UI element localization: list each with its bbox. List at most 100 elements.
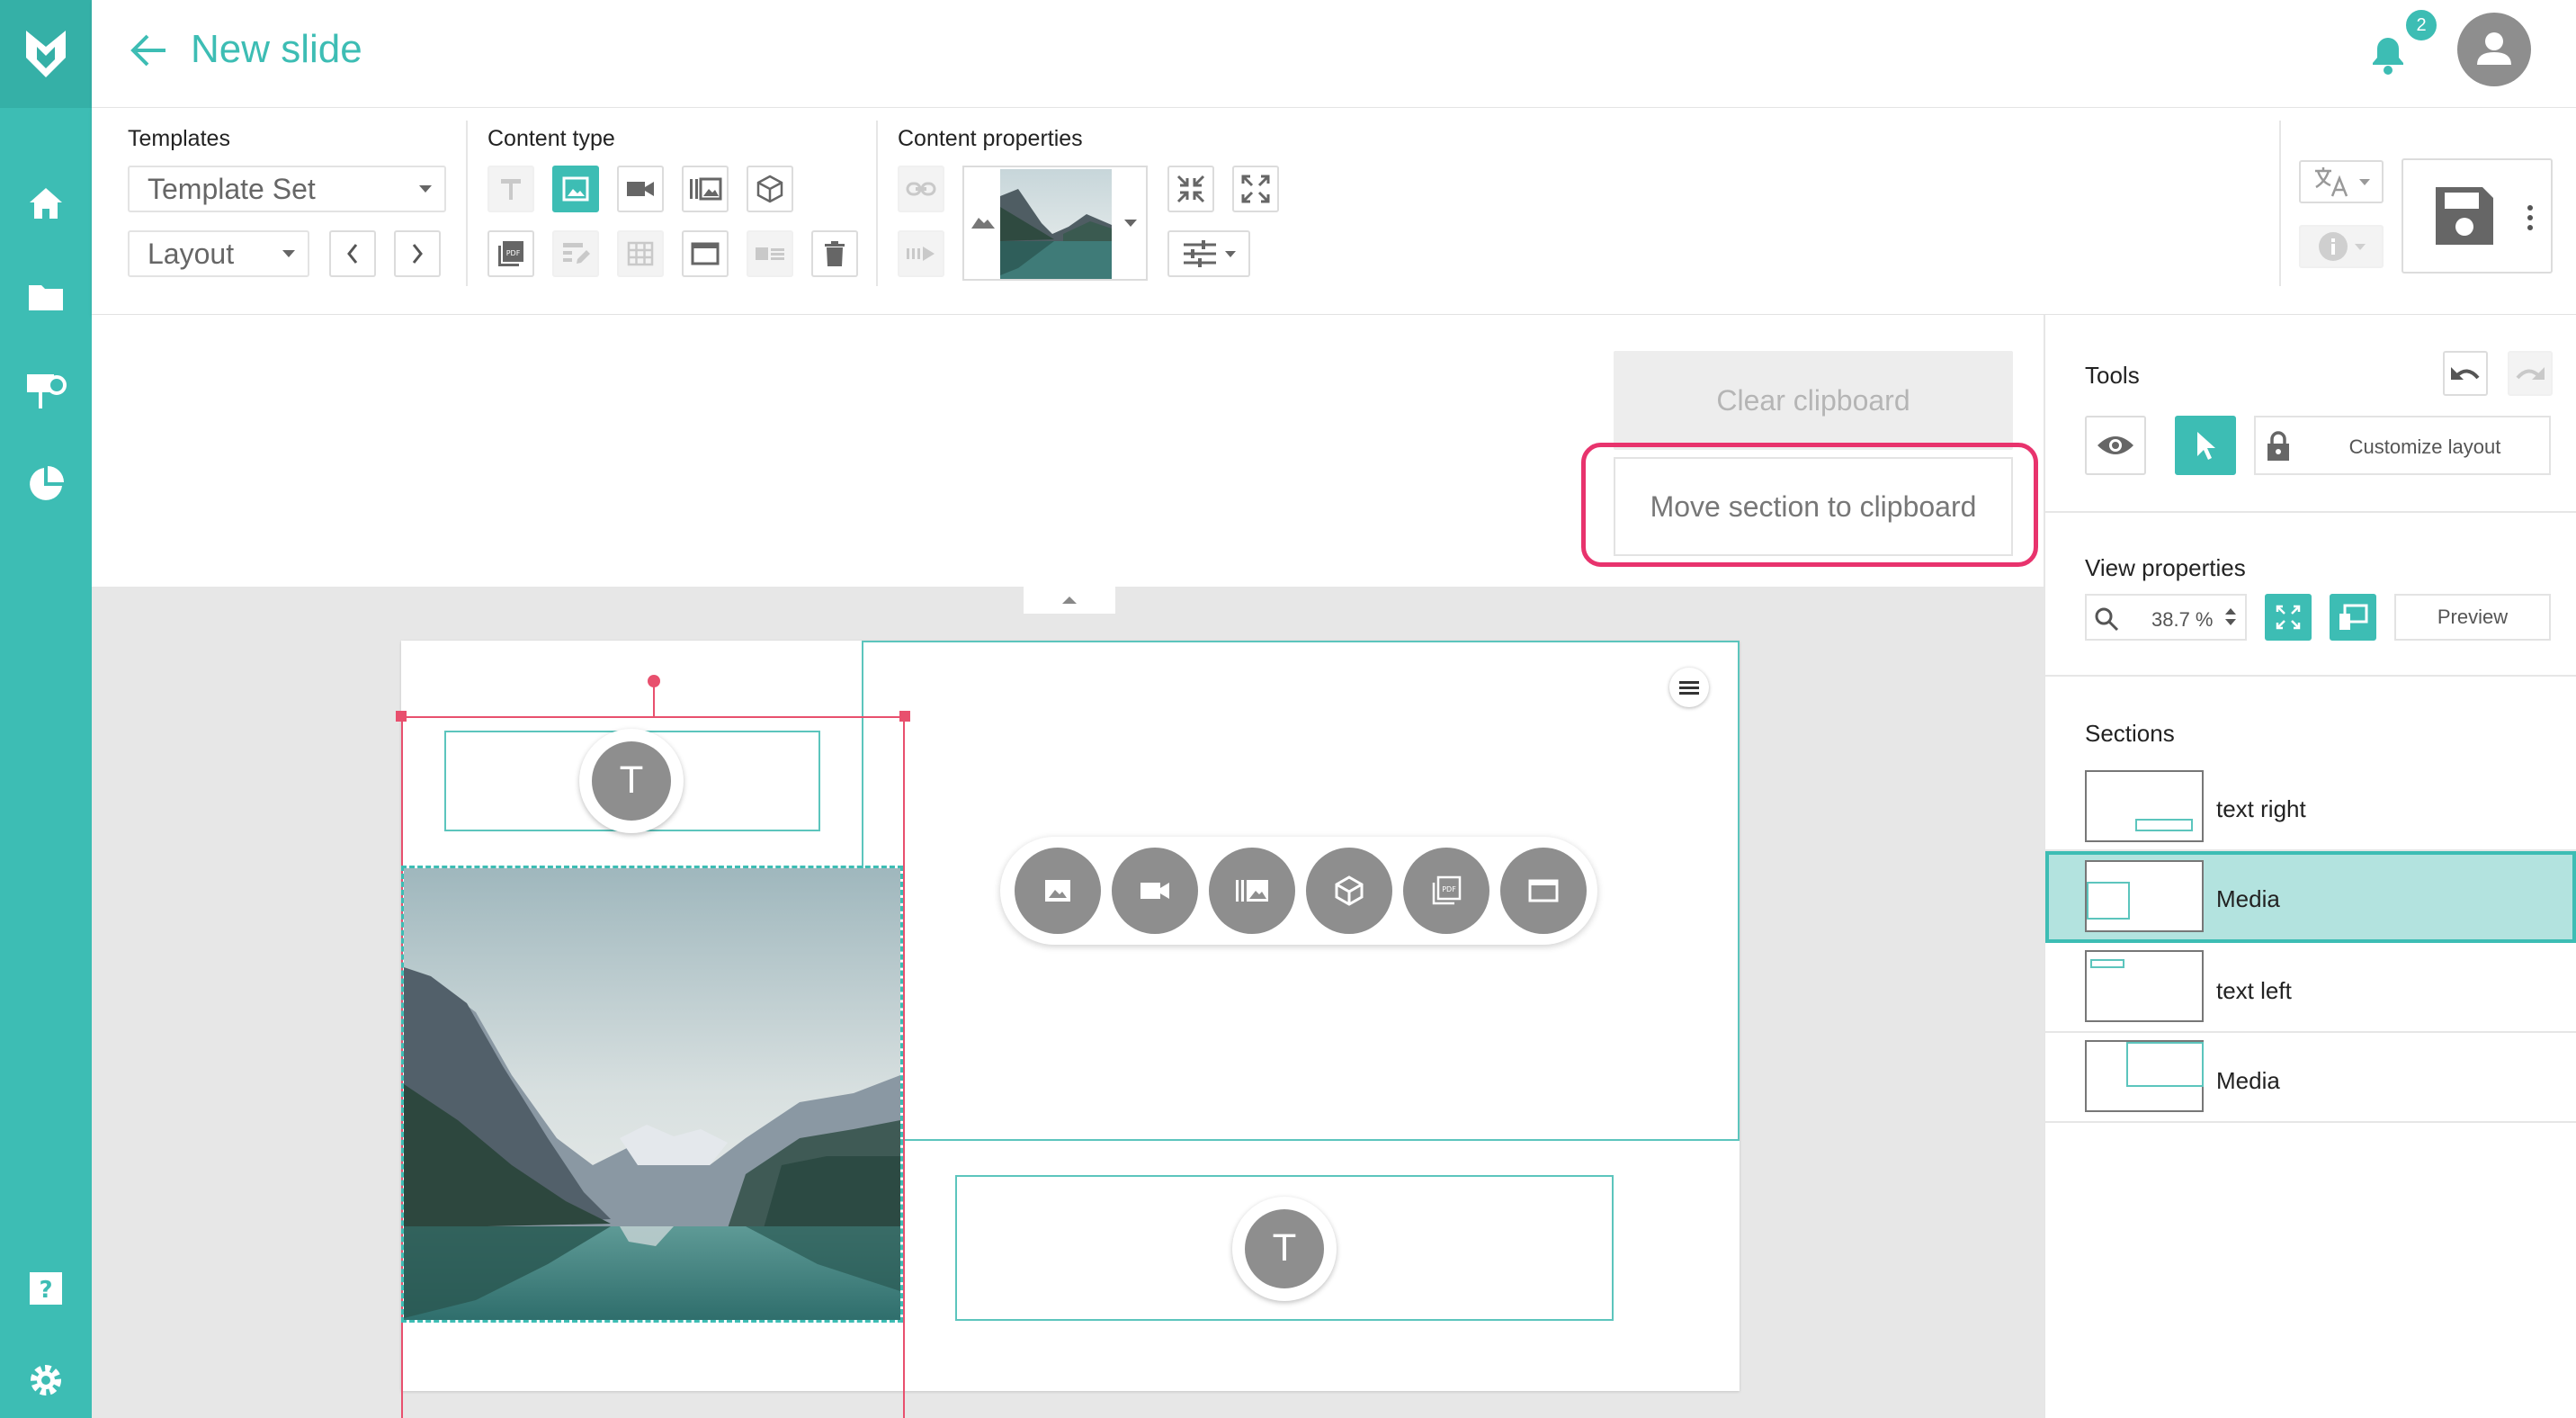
image-picker[interactable] [962, 166, 1148, 281]
template-set-select[interactable]: Template Set [128, 166, 446, 212]
back-button[interactable] [128, 31, 171, 75]
fit-inside-button[interactable] [1167, 166, 1214, 212]
link-button[interactable] [898, 166, 944, 212]
add-text-button[interactable]: T [579, 729, 684, 833]
next-layout-button[interactable] [394, 230, 441, 277]
redo-button[interactable] [2508, 351, 2553, 396]
thumbnail-block [2126, 1042, 2204, 1087]
3d-content-button[interactable] [747, 166, 793, 212]
adjustments-dropdown[interactable] [1167, 230, 1250, 277]
caret-down-icon [2359, 178, 2370, 185]
cursor-icon [2197, 432, 2215, 460]
table-content-button[interactable] [617, 230, 664, 277]
collapse-clipboard-toggle[interactable] [1024, 587, 1115, 614]
divider [876, 121, 878, 286]
select-mode-button[interactable] [2175, 416, 2236, 475]
nav-home[interactable] [0, 176, 92, 230]
avatar[interactable] [2457, 13, 2531, 86]
more-vertical-icon [2527, 205, 2533, 230]
animation-button[interactable] [898, 230, 944, 277]
table-icon [627, 241, 654, 266]
media-image[interactable] [401, 866, 903, 1323]
compress-icon [1176, 175, 1205, 203]
help-icon: ? [30, 1272, 62, 1305]
mountain-lake-image [404, 868, 900, 1320]
clear-clipboard-button[interactable]: Clear clipboard [1614, 351, 2013, 450]
resize-handle-top-left[interactable] [396, 711, 407, 722]
template-set-value: Template Set [148, 172, 316, 205]
pdf-content-button[interactable]: PDF [487, 230, 534, 277]
nav-help[interactable]: ? [0, 1261, 92, 1315]
caret-up-icon[interactable] [2225, 608, 2236, 615]
caret-down-icon [1225, 250, 1236, 257]
link-icon [906, 182, 936, 196]
video-content-button[interactable] [617, 166, 664, 212]
section-item-text-left[interactable]: text left [2045, 943, 2576, 1033]
section-thumbnail [2085, 950, 2204, 1022]
video-icon [627, 182, 654, 196]
card-icon [756, 247, 784, 260]
device-view-button[interactable] [2330, 594, 2376, 641]
cube-icon [756, 175, 783, 203]
previous-layout-button[interactable] [329, 230, 376, 277]
content-type-label: Content type [487, 126, 615, 151]
zoom-input[interactable]: 38.7 % [2085, 594, 2247, 641]
fill-button[interactable] [1232, 166, 1279, 212]
section-label: Media [2216, 885, 2280, 912]
folder-icon [29, 285, 63, 310]
section-item-media[interactable]: Media [2045, 1033, 2576, 1123]
info-dropdown[interactable] [2299, 225, 2384, 268]
app-logo[interactable] [0, 0, 92, 108]
nav-settings[interactable] [0, 1353, 92, 1407]
image-placeholder-icon [971, 218, 995, 229]
add-video-button[interactable] [1112, 848, 1198, 934]
zoom-value: 38.7 % [2151, 608, 2214, 631]
expand-icon [1241, 175, 1270, 203]
add-3d-button[interactable] [1306, 848, 1392, 934]
layout-value: Layout [148, 237, 235, 270]
delete-content-button[interactable] [811, 230, 858, 277]
preview-mode-button[interactable] [2085, 416, 2146, 475]
undo-button[interactable] [2443, 351, 2488, 396]
image-content-button[interactable] [552, 166, 599, 212]
text-content-button[interactable] [487, 166, 534, 212]
add-pdf-button[interactable]: PDF [1403, 848, 1489, 934]
add-web-button[interactable] [1500, 848, 1587, 934]
svg-text:PDF: PDF [1442, 885, 1456, 893]
section-item-text-right[interactable]: text right [2045, 761, 2576, 851]
more-options-button[interactable] [2526, 203, 2535, 232]
content-properties-label: Content properties [898, 126, 1083, 151]
divider [2045, 511, 2576, 513]
notifications-button[interactable]: 2 [2366, 7, 2439, 77]
customize-layout-button[interactable]: Customize layout [2254, 416, 2551, 475]
translate-dropdown[interactable] [2299, 160, 2384, 203]
preview-button[interactable]: Preview [2394, 594, 2551, 641]
expand-icon [2276, 605, 2301, 630]
caret-down-icon[interactable] [2225, 619, 2236, 625]
nav-analytics[interactable] [0, 457, 92, 511]
thumbnail-block [2135, 819, 2193, 831]
web-content-button[interactable] [682, 230, 729, 277]
fit-to-screen-button[interactable] [2265, 594, 2312, 641]
redo-icon [2516, 367, 2545, 380]
section-item-media-selected[interactable]: Media [2045, 851, 2576, 943]
templates-label: Templates [128, 126, 230, 151]
rotate-handle[interactable] [648, 675, 660, 687]
form-content-button[interactable] [552, 230, 599, 277]
nav-presentation[interactable] [0, 363, 92, 417]
gallery-icon [1236, 880, 1268, 902]
layout-select[interactable]: Layout [128, 230, 309, 277]
section-menu-button[interactable] [1669, 668, 1709, 707]
animation-icon [907, 247, 935, 261]
gallery-content-button[interactable] [682, 166, 729, 212]
add-gallery-button[interactable] [1209, 848, 1295, 934]
view-properties-label: View properties [2085, 554, 2246, 581]
add-image-button[interactable] [1015, 848, 1101, 934]
nav-folder[interactable] [0, 270, 92, 324]
add-text-button[interactable]: T [1232, 1197, 1337, 1301]
browser-window-icon [691, 242, 720, 265]
card-content-button[interactable] [747, 230, 793, 277]
resize-handle-top-right[interactable] [899, 711, 910, 722]
save-icon [2436, 187, 2493, 245]
caret-up-icon [1062, 597, 1077, 604]
